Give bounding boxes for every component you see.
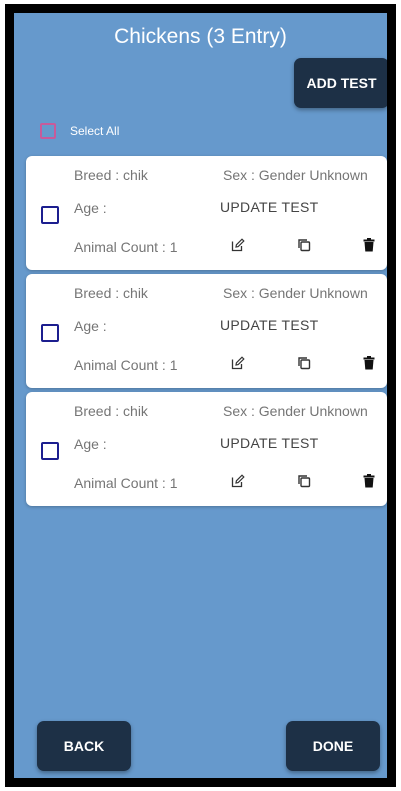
age-text: Age : — [74, 318, 107, 334]
done-button[interactable]: DONE — [286, 721, 380, 771]
age-text: Age : — [74, 436, 107, 452]
sex-text: Sex : Gender Unknown — [223, 167, 368, 183]
page-title: Chickens (3 Entry) — [114, 25, 287, 48]
entry-checkbox[interactable] — [41, 324, 59, 342]
copy-icon[interactable] — [295, 354, 313, 372]
animal-count-text: Animal Count : 1 — [74, 357, 178, 373]
entry-card: Breed : chik Sex : Gender Unknown Age : … — [26, 156, 387, 270]
back-button[interactable]: BACK — [37, 721, 131, 771]
edit-icon[interactable] — [229, 354, 247, 372]
select-all-label: Select All — [70, 124, 120, 138]
sex-text: Sex : Gender Unknown — [223, 403, 368, 419]
entry-checkbox[interactable] — [41, 206, 59, 224]
entry-card: Breed : chik Sex : Gender Unknown Age : … — [26, 274, 387, 388]
device-frame: Chickens (3 Entry) ADD TEST Select All B… — [5, 4, 396, 787]
copy-icon[interactable] — [295, 236, 313, 254]
update-test-link[interactable]: UPDATE TEST — [220, 199, 318, 215]
entry-card: Breed : chik Sex : Gender Unknown Age : … — [26, 392, 387, 506]
breed-text: Breed : chik — [74, 167, 148, 183]
entry-checkbox[interactable] — [41, 442, 59, 460]
breed-text: Breed : chik — [74, 403, 148, 419]
copy-icon[interactable] — [295, 472, 313, 490]
screen: Chickens (3 Entry) ADD TEST Select All B… — [14, 13, 387, 778]
select-all-row[interactable]: Select All — [40, 123, 119, 139]
age-text: Age : — [74, 200, 107, 216]
trash-icon[interactable] — [360, 236, 378, 254]
update-test-link[interactable]: UPDATE TEST — [220, 435, 318, 451]
trash-icon[interactable] — [360, 472, 378, 490]
animal-count-text: Animal Count : 1 — [74, 475, 178, 491]
sex-text: Sex : Gender Unknown — [223, 285, 368, 301]
trash-icon[interactable] — [360, 354, 378, 372]
breed-text: Breed : chik — [74, 285, 148, 301]
edit-icon[interactable] — [229, 236, 247, 254]
update-test-link[interactable]: UPDATE TEST — [220, 317, 318, 333]
add-test-button[interactable]: ADD TEST — [294, 58, 387, 108]
animal-count-text: Animal Count : 1 — [74, 239, 178, 255]
edit-icon[interactable] — [229, 472, 247, 490]
select-all-checkbox[interactable] — [40, 123, 56, 139]
